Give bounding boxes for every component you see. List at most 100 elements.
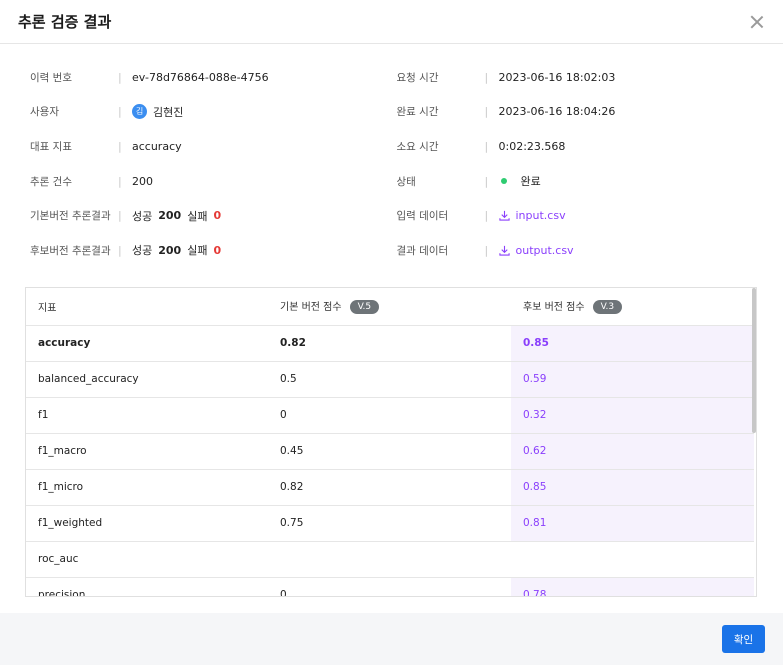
base-score-cell: 0.82 xyxy=(268,325,511,362)
divider: | xyxy=(118,70,122,84)
metric-cell: f1_weighted xyxy=(26,505,268,542)
metric-cell: f1_micro xyxy=(26,469,268,506)
avatar: 김 xyxy=(132,104,147,120)
base-score-cell xyxy=(268,541,511,578)
divider: | xyxy=(118,209,122,223)
metric-cell: precision xyxy=(26,577,268,596)
input-data-filename: input.csv xyxy=(515,209,566,223)
user-value-wrap: 김 김현진 xyxy=(132,104,183,120)
metrics-table: 지표 기본 버전 점수 V.5 후보 버전 점수 V.3 accuracy 0.82… xyxy=(26,288,754,596)
metric-cell: balanced_accuracy xyxy=(26,361,268,398)
user-name: 김현진 xyxy=(153,105,184,119)
info-label: 추론 건수 xyxy=(30,175,72,188)
header-base-label: 기본 버전 점수 xyxy=(280,302,342,314)
info-label: 기본버전 추론결과 xyxy=(30,210,111,223)
status-value-wrap: 완료 xyxy=(499,173,541,189)
info-label: 이력 번호 xyxy=(30,71,72,84)
header-candidate-score: 후보 버전 점수 V.3 xyxy=(511,288,754,326)
base-score-cell: 0 xyxy=(268,577,511,596)
download-icon xyxy=(498,211,510,221)
candidate-score-cell: 0.78 xyxy=(511,577,754,596)
metric-cell: roc_auc xyxy=(26,541,268,578)
info-label: 상태 xyxy=(396,175,416,188)
request-time-value: 2023-06-16 18:02:03 xyxy=(498,70,616,84)
table-row: balanced_accuracy 0.5 0.59 xyxy=(26,361,754,398)
info-label: 입력 데이터 xyxy=(396,210,449,223)
info-row-status: 상태 | 완료 xyxy=(397,164,754,199)
divider: | xyxy=(484,243,489,257)
info-row-inference-count: 추론 건수 | 200 xyxy=(30,164,387,199)
divider: | xyxy=(118,139,122,153)
candidate-score-cell: 0.62 xyxy=(511,433,754,470)
candidate-score-cell: 0.81 xyxy=(511,505,754,542)
divider: | xyxy=(484,70,489,84)
table-row: roc_auc xyxy=(26,541,754,578)
info-column-left: 이력 번호 | ev-78d76864-088e-4756 사용자 | 김 김현… xyxy=(30,60,387,268)
inference-count-value: 200 xyxy=(132,174,153,188)
info-label: 사용자 xyxy=(30,106,59,119)
info-row-base-result: 기본버전 추론결과 | 성공 200 실패 0 xyxy=(30,198,387,233)
fail-count: 0 xyxy=(213,209,222,223)
table-row: f1_macro 0.45 0.62 xyxy=(26,433,754,470)
history-id-value: ev-78d76864-088e-4756 xyxy=(132,70,269,84)
table-row: f1_micro 0.82 0.85 xyxy=(26,469,754,506)
base-score-cell: 0.5 xyxy=(268,361,511,398)
candidate-result-value: 성공 200 실패 0 xyxy=(132,242,221,258)
fail-label: 실패 xyxy=(187,244,208,258)
table-scrollbar[interactable] xyxy=(752,288,756,433)
metric-cell: f1_macro xyxy=(26,433,268,470)
info-label: 완료 시간 xyxy=(396,106,439,119)
success-label: 성공 xyxy=(132,244,153,258)
output-data-filename: output.csv xyxy=(515,243,574,257)
modal-header: 추론 검증 결과 xyxy=(0,0,783,44)
info-label: 후보버전 추론결과 xyxy=(30,244,111,257)
info-row-complete-time: 완료 시간 | 2023-06-16 18:04:26 xyxy=(397,95,754,130)
info-label: 대표 지표 xyxy=(30,140,72,153)
header-metric: 지표 xyxy=(26,288,268,326)
info-row-main-metric: 대표 지표 | accuracy xyxy=(30,129,387,164)
table-row: precision 0 0.78 xyxy=(26,577,754,596)
input-data-link[interactable]: input.csv xyxy=(498,209,566,223)
base-score-cell: 0.45 xyxy=(268,433,511,470)
inference-validation-modal: 추론 검증 결과 이력 번호 | ev-78d76864-088e-4756 사… xyxy=(0,0,783,665)
candidate-score-cell: 0.59 xyxy=(511,361,754,398)
success-count: 200 xyxy=(158,243,182,257)
info-row-output-data: 결과 데이터 | output.csv xyxy=(397,233,754,268)
status-dot-icon xyxy=(500,178,507,185)
status-value: 완료 xyxy=(520,175,541,189)
info-label: 결과 데이터 xyxy=(396,244,449,257)
complete-time-value: 2023-06-16 18:04:26 xyxy=(498,105,616,119)
info-row-candidate-result: 후보버전 추론결과 | 성공 200 실패 0 xyxy=(30,233,387,268)
candidate-score-cell: 0.32 xyxy=(511,397,754,434)
base-result-value: 성공 200 실패 0 xyxy=(132,208,221,224)
candidate-score-cell: 0.85 xyxy=(511,469,754,506)
output-data-link[interactable]: output.csv xyxy=(498,243,574,257)
base-version-badge: V.5 xyxy=(349,300,380,315)
candidate-score-cell: 0.85 xyxy=(511,325,754,362)
modal-title: 추론 검증 결과 xyxy=(18,13,112,31)
confirm-button[interactable]: 확인 xyxy=(722,625,765,653)
info-row-input-data: 입력 데이터 | input.csv xyxy=(397,198,754,233)
info-column-right: 요청 시간 | 2023-06-16 18:02:03 완료 시간 | 2023… xyxy=(397,60,754,268)
divider: | xyxy=(484,139,489,153)
table-row: accuracy 0.82 0.85 xyxy=(26,325,754,362)
table-row: f1_weighted 0.75 0.81 xyxy=(26,505,754,542)
divider: | xyxy=(118,174,122,188)
base-score-cell: 0.75 xyxy=(268,505,511,542)
header-candidate-label: 후보 버전 점수 xyxy=(523,302,585,314)
metrics-table-container[interactable]: 지표 기본 버전 점수 V.5 후보 버전 점수 V.3 accuracy 0.82… xyxy=(25,287,757,597)
metric-cell: f1 xyxy=(26,397,268,434)
candidate-version-badge: V.3 xyxy=(592,300,623,315)
info-label: 요청 시간 xyxy=(396,71,439,84)
download-icon xyxy=(498,245,510,256)
fail-label: 실패 xyxy=(187,209,208,223)
fail-count: 0 xyxy=(213,243,222,257)
info-label: 소요 시간 xyxy=(396,140,439,153)
info-row-history-id: 이력 번호 | ev-78d76864-088e-4756 xyxy=(30,60,387,95)
metric-cell: accuracy xyxy=(26,325,268,362)
divider: | xyxy=(484,174,489,188)
duration-value: 0:02:23.568 xyxy=(498,139,566,153)
close-icon[interactable] xyxy=(749,14,765,30)
info-row-user: 사용자 | 김 김현진 xyxy=(30,95,387,130)
info-row-request-time: 요청 시간 | 2023-06-16 18:02:03 xyxy=(397,60,754,95)
